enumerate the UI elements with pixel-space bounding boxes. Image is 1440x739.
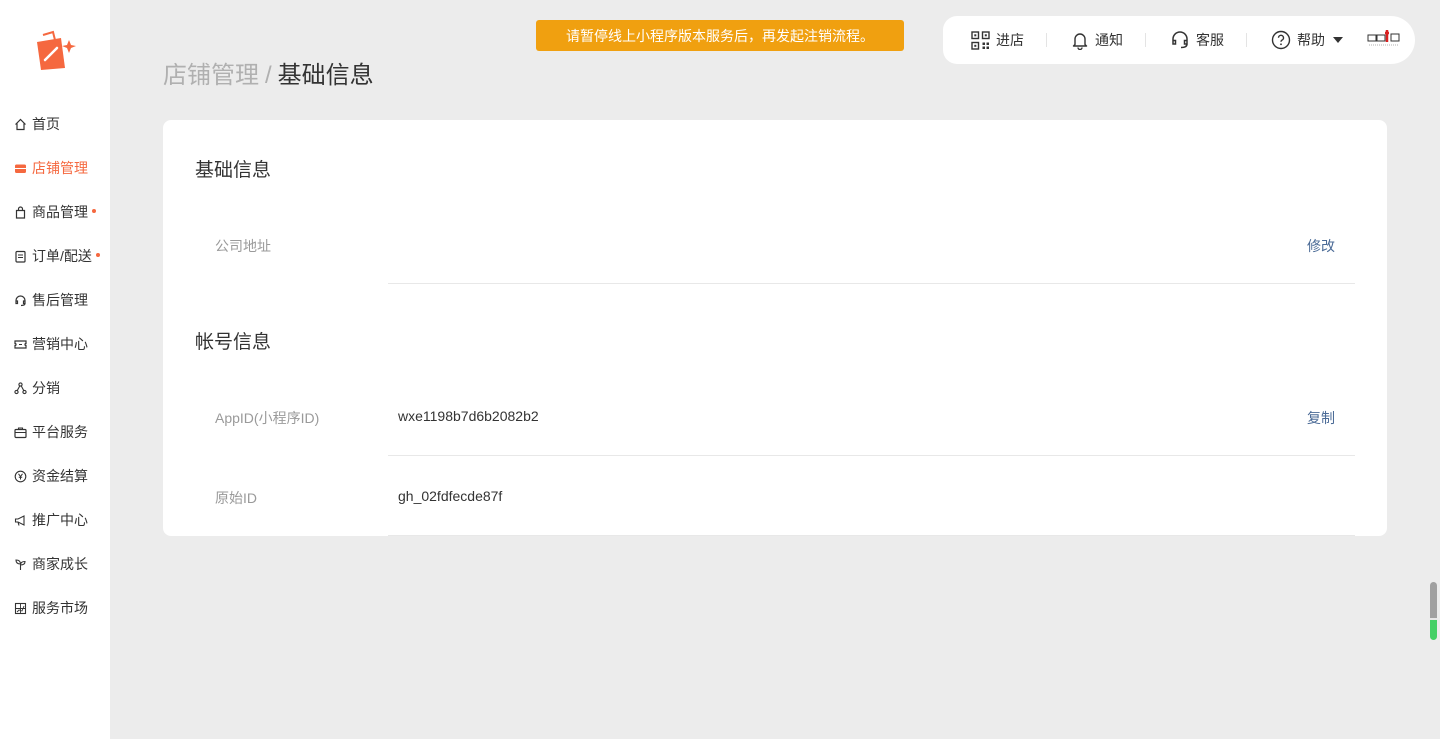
notification-dot <box>92 208 96 213</box>
briefcase-icon <box>13 425 27 439</box>
sidebar-item-after-sales[interactable]: 售后管理 <box>0 278 110 322</box>
warning-banner: 请暂停线上小程序版本服务后，再发起注销流程。 <box>536 20 904 51</box>
row-divider <box>388 455 1355 456</box>
caret-down-icon <box>1333 37 1343 43</box>
sidebar-item-label: 售后管理 <box>32 292 88 308</box>
store-icon <box>13 161 27 175</box>
clipboard-icon <box>13 249 27 263</box>
top-toolbar: 进店 通知 客服 帮助 <box>943 16 1415 64</box>
toolbar-divider <box>1145 33 1146 47</box>
breadcrumb: 店铺管理 / 基础信息 <box>163 55 374 90</box>
sidebar-item-label: 商品管理 <box>32 204 88 220</box>
banner-text: 请暂停线上小程序版本服务后，再发起注销流程。 <box>566 27 874 44</box>
sidebar-item-store-management[interactable]: 店铺管理 <box>0 146 110 190</box>
sprout-icon <box>13 557 27 571</box>
section-title-basic-info: 基础信息 <box>195 160 272 181</box>
sidebar-item-label: 平台服务 <box>32 424 88 440</box>
sidebar-item-label: 订单/配送 <box>32 248 92 264</box>
enter-store-button[interactable]: 进店 <box>971 30 1024 50</box>
scrollbar-indicator <box>1430 620 1437 640</box>
sidebar-item-home[interactable]: 首页 <box>0 102 110 146</box>
help-dropdown[interactable]: 帮助 <box>1271 30 1343 50</box>
sidebar-item-label: 首页 <box>32 116 60 132</box>
sidebar-item-platform-services[interactable]: 平台服务 <box>0 410 110 454</box>
yen-coin-icon <box>13 469 27 483</box>
notifications-label: 通知 <box>1095 32 1123 48</box>
sidebar: 首页 店铺管理 商品管理 订单/配送 售后管理 营销中心 分销 平台服务 资金结… <box>0 0 110 739</box>
sidebar-item-marketing[interactable]: 营销中心 <box>0 322 110 366</box>
scrollbar-thumb[interactable] <box>1430 582 1437 618</box>
sidebar-item-distribution[interactable]: 分销 <box>0 366 110 410</box>
copy-appid-link[interactable]: 复制 <box>1307 408 1335 428</box>
section-title-account-info: 帐号信息 <box>195 332 272 353</box>
help-circle-icon <box>1271 30 1291 50</box>
share-network-icon <box>13 381 27 395</box>
notifications-button[interactable]: 通知 <box>1071 30 1123 50</box>
sidebar-item-service-market[interactable]: 服务市场 <box>0 586 110 630</box>
sidebar-item-label: 服务市场 <box>32 600 88 616</box>
sidebar-item-label: 店铺管理 <box>32 160 88 176</box>
bag-icon <box>13 205 27 219</box>
home-icon <box>13 117 27 131</box>
ticket-icon <box>13 337 27 351</box>
headset-icon <box>1172 31 1188 49</box>
toolbar-divider <box>1046 33 1047 47</box>
sidebar-item-label: 推广中心 <box>32 512 88 528</box>
help-label: 帮助 <box>1297 32 1325 48</box>
notification-dot <box>95 252 100 257</box>
sidebar-item-funds-settlement[interactable]: 资金结算 <box>0 454 110 498</box>
sidebar-item-label: 商家成长 <box>32 556 88 572</box>
sidebar-nav: 首页 店铺管理 商品管理 订单/配送 售后管理 营销中心 分销 平台服务 资金结… <box>0 102 110 630</box>
customer-service-label: 客服 <box>1196 32 1224 48</box>
sidebar-item-products[interactable]: 商品管理 <box>0 190 110 234</box>
info-card: 基础信息 公司地址 修改 帐号信息 AppID(小程序ID) wxe1198b7… <box>163 120 1387 536</box>
sidebar-item-promotion[interactable]: 推广中心 <box>0 498 110 542</box>
sidebar-item-orders[interactable]: 订单/配送 <box>0 234 110 278</box>
breadcrumb-separator: / <box>265 62 272 89</box>
sidebar-item-label: 分销 <box>32 380 60 396</box>
appid-value: wxe1198b7d6b2082b2 <box>398 408 539 424</box>
sidebar-item-label: 营销中心 <box>32 336 88 352</box>
breadcrumb-parent[interactable]: 店铺管理 <box>163 62 259 89</box>
bell-icon <box>1072 32 1088 50</box>
original-id-value: gh_02fdfecde87f <box>398 488 503 504</box>
original-id-label: 原始ID <box>215 490 257 506</box>
page-title: 基础信息 <box>277 62 374 89</box>
sidebar-item-merchant-growth[interactable]: 商家成长 <box>0 542 110 586</box>
scrollbar[interactable] <box>1430 582 1437 640</box>
megaphone-icon <box>13 513 27 527</box>
enter-store-label: 进店 <box>996 32 1024 48</box>
appid-label: AppID(小程序ID) <box>215 410 320 426</box>
row-divider <box>388 535 1355 536</box>
toolbar-divider <box>1246 33 1247 47</box>
company-address-label: 公司地址 <box>215 238 271 254</box>
customer-service-button[interactable]: 客服 <box>1170 30 1224 50</box>
brand-logo[interactable] <box>1367 28 1401 53</box>
brand-logo-icon <box>1367 29 1400 45</box>
shop-logo[interactable] <box>33 30 77 74</box>
sidebar-item-label: 资金结算 <box>32 468 88 484</box>
qr-code-icon <box>971 30 990 50</box>
headset-icon <box>13 293 27 307</box>
edit-address-link[interactable]: 修改 <box>1307 236 1335 256</box>
row-divider <box>388 283 1355 284</box>
grid-chart-icon <box>13 601 27 615</box>
